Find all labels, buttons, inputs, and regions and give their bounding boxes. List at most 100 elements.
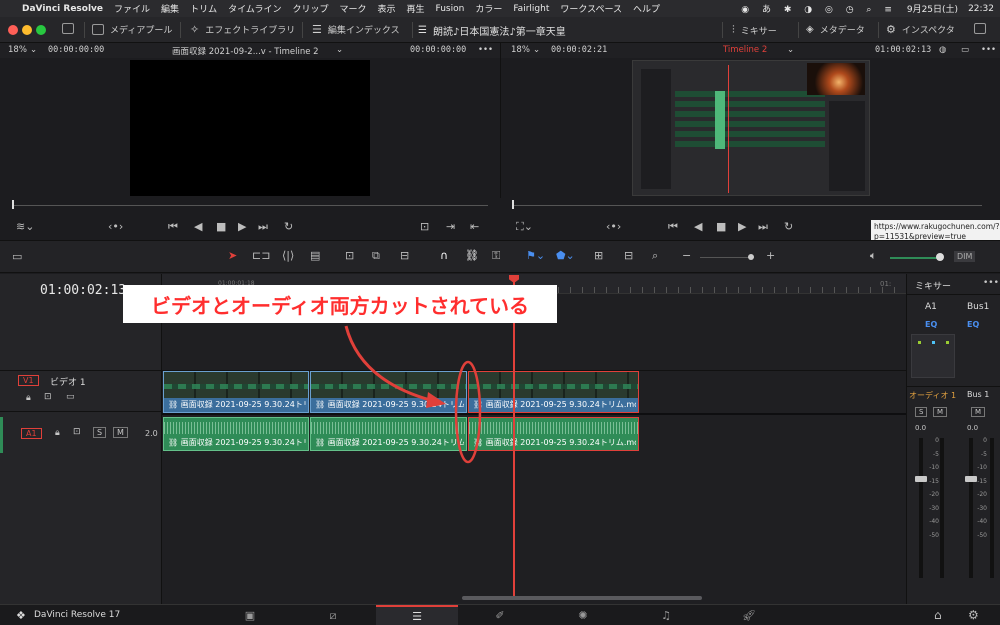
menu-file[interactable]: ファイル [114,2,150,15]
solo-button[interactable]: S [93,427,107,438]
zoom-slider[interactable] [700,257,754,258]
menu-view[interactable]: 表示 [377,2,395,15]
jog-icon[interactable]: ‹•› [108,220,123,233]
flag-icon[interactable]: ⚑⌄ [526,249,545,262]
media-page-tab[interactable]: ▣ [209,605,291,625]
fader-track-a1[interactable] [919,438,923,578]
playhead-line[interactable] [513,280,515,596]
menu-fusion[interactable]: Fusion [436,4,465,14]
insert-clip-icon[interactable]: ⊡ [345,249,354,262]
timeline-name[interactable]: Timeline 2 [723,45,767,55]
menu-color[interactable]: カラー [475,2,502,15]
app-menu[interactable]: DaVinci Resolve [22,4,103,14]
go-to-start-icon[interactable]: ⏮ [668,220,678,234]
loop-icon[interactable]: ↻ [284,220,293,233]
match-frame-icon[interactable]: ⊡ [420,220,429,233]
linked-selection-icon[interactable]: ⛓ [465,249,479,262]
marker-icon[interactable]: ⬟⌄ [556,249,575,262]
mark-out-icon[interactable]: ⇤ [470,220,479,233]
timeline-scrub-handle[interactable] [512,200,514,209]
loop-icon[interactable]: ↻ [784,220,793,233]
chevron-down-icon[interactable]: ⌄ [533,45,540,55]
color-wheel-icon[interactable]: ◍ [939,45,946,55]
close-window-button[interactable] [8,25,18,35]
source-more-button[interactable]: ••• [478,45,493,55]
volume-icon[interactable]: 🔈︎ [870,249,877,263]
source-viewer[interactable] [0,58,500,198]
layout-icon[interactable]: ▭ [12,250,22,263]
dynamic-trim-icon[interactable]: ⟨|⟩ [282,249,294,262]
stop-icon[interactable]: ■ [716,220,726,233]
auto-select-icon[interactable]: ⊡ [73,427,81,437]
chevron-down-icon[interactable]: ⌄ [787,45,794,55]
menu-fairlight[interactable]: Fairlight [513,4,549,14]
zoom-window-button[interactable] [36,25,46,35]
edit-page-tab[interactable]: ☰ [376,605,458,625]
track-enable-icon[interactable]: ▭ [66,392,75,402]
volume-slider-handle[interactable] [936,253,944,261]
zoom-full-icon[interactable]: ⊞ [594,249,603,262]
chevron-down-icon[interactable]: ⌄ [336,45,343,55]
monitor-icon-button[interactable] [62,23,74,34]
timeline-more-button[interactable]: ••• [981,45,996,55]
overwrite-clip-icon[interactable]: ⧉ [372,249,380,263]
source-scrub-bar[interactable] [0,198,500,212]
dim-button[interactable]: DIM [954,251,976,262]
mixer-button[interactable]: ⫶ ミキサー [732,23,777,37]
menu-clip[interactable]: クリップ [292,2,328,15]
fader-knob-a1[interactable] [915,476,927,482]
fader-track-bus[interactable] [969,438,973,578]
source-clip-name[interactable]: 画面収録 2021-09-2...v - Timeline 2 [172,45,319,57]
fairlight-page-tab[interactable]: ♫ [625,605,707,625]
deliver-page-tab[interactable]: 🚀︎ [708,605,790,625]
zoom-in-icon[interactable]: + [766,249,775,262]
inspector-button[interactable]: ⚙ インスペクタ [886,23,955,36]
play-reverse-icon[interactable]: ◀ [694,220,702,233]
go-to-end-icon[interactable]: ⏭ [758,220,768,234]
timeline-zoom[interactable]: 18% [511,45,530,55]
volume-slider[interactable] [890,257,942,259]
menu-mark[interactable]: マーク [339,2,366,15]
fusion-page-tab[interactable]: ✐ [459,605,541,625]
lock-icon[interactable]: 🔒︎ [26,393,31,403]
mixer-mute-button[interactable]: M [933,407,948,417]
mixer-solo-button[interactable]: S [915,407,928,417]
video-clip[interactable]: ⛓ 画面収録 2021-09-25 9.30.24トリ... [163,371,309,413]
home-icon[interactable]: ⌂ [934,608,942,622]
media-pool-button[interactable]: メディアプール [92,23,172,36]
viewer-mode-icon[interactable]: ▭ [961,45,969,55]
audio-clip[interactable]: ⛓ 画面収録 2021-09-25 9.30.24トリ... [163,417,309,451]
go-to-end-icon[interactable]: ⏭ [258,220,268,234]
track-a1-badge[interactable]: A1 [21,428,42,439]
play-reverse-icon[interactable]: ◀ [194,220,202,233]
minimize-window-button[interactable] [22,25,32,35]
go-to-start-icon[interactable]: ⏮ [168,220,178,234]
chevron-down-icon[interactable]: ⌄ [30,45,37,55]
mark-in-icon[interactable]: ⇥ [446,220,455,233]
menu-edit[interactable]: 編集 [161,2,179,15]
source-zoom[interactable]: 18% [8,45,27,55]
menu-help[interactable]: ヘルプ [633,2,660,15]
inspector-toggle-button[interactable] [974,23,986,34]
eq-button-bus1[interactable]: EQ [967,320,979,329]
mixer-bus-mute-button[interactable]: M [971,407,986,417]
replace-clip-icon[interactable]: ⊟ [400,249,409,262]
zoom-slider-handle[interactable] [748,254,754,260]
pan-control[interactable] [911,334,955,378]
lock-icon[interactable]: 🔒︎ [55,428,60,438]
track-v1-badge[interactable]: V1 [18,375,39,386]
mixer-more-button[interactable]: ••• [983,278,999,288]
settings-gear-icon[interactable]: ⚙ [968,608,979,622]
metadata-button[interactable]: ◈ メタデータ [806,23,865,36]
play-icon[interactable]: ▶ [738,220,746,233]
eq-button-a1[interactable]: EQ [925,320,937,329]
transform-icon[interactable]: ⛶⌄ [516,220,533,234]
auto-select-icon[interactable]: ⊡ [44,392,52,402]
stop-icon[interactable]: ■ [216,220,226,233]
zoom-detail-icon[interactable]: ⊟ [624,249,633,262]
edit-index-button[interactable]: ☰ 編集インデックス [312,23,400,36]
video-track-name[interactable]: ビデオ 1 [50,375,86,388]
color-page-tab[interactable]: ✺ [542,605,624,625]
zoom-out-icon[interactable]: − [682,249,691,262]
play-icon[interactable]: ▶ [238,220,246,233]
